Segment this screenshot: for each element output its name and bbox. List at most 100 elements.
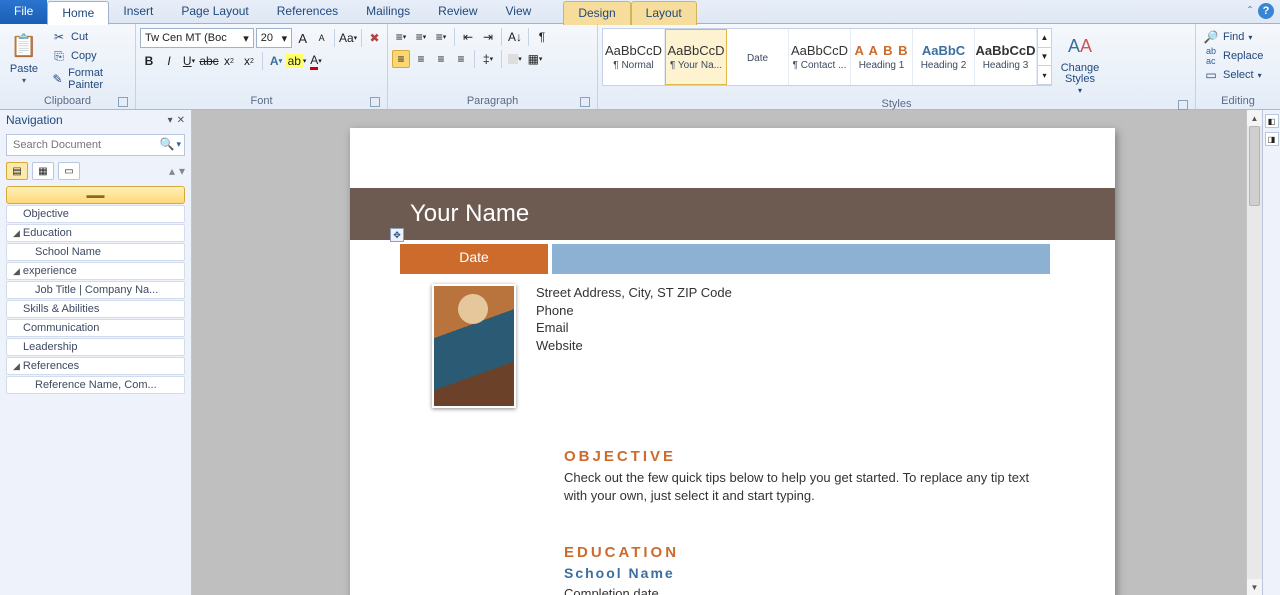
justify-button[interactable]: ≡ xyxy=(452,50,470,68)
blue-band[interactable] xyxy=(552,244,1050,274)
school-name[interactable]: School Name xyxy=(564,565,1115,581)
ribbon-collapse-icon[interactable]: ˆ xyxy=(1248,4,1252,18)
nav-item[interactable]: ◢References xyxy=(6,357,185,375)
tab-review[interactable]: Review xyxy=(424,0,491,24)
tab-home[interactable]: Home xyxy=(47,1,109,25)
font-dialog-launcher[interactable] xyxy=(370,97,380,107)
strikethrough-button[interactable]: abc xyxy=(200,52,218,70)
cut-button[interactable]: ✂Cut xyxy=(48,28,131,46)
search-input[interactable] xyxy=(6,134,185,156)
nav-item[interactable]: ◢experience xyxy=(6,262,185,280)
bullets-button[interactable]: ≡▾ xyxy=(392,28,410,46)
table-anchor-icon[interactable]: ✥ xyxy=(390,228,404,242)
decrease-indent-button[interactable]: ⇤ xyxy=(459,28,477,46)
search-icon[interactable]: 🔍 xyxy=(160,137,175,151)
copy-button[interactable]: ⎘Copy xyxy=(48,47,131,65)
education-heading[interactable]: EDUCATION xyxy=(564,544,1115,561)
format-painter-button[interactable]: ✎Format Painter xyxy=(48,66,131,92)
tab-view[interactable]: View xyxy=(492,0,546,24)
style-item[interactable]: AaBbCcD¶ Your Na... xyxy=(665,29,727,85)
nav-item[interactable]: Reference Name, Com... xyxy=(6,376,185,394)
line-spacing-button[interactable]: ‡▾ xyxy=(479,50,497,68)
tab-page-layout[interactable]: Page Layout xyxy=(167,0,262,24)
shrink-font-button[interactable]: A xyxy=(313,29,330,47)
date-cell[interactable]: Date xyxy=(400,244,548,274)
highlight-button[interactable]: ab▾ xyxy=(287,52,305,70)
objective-body[interactable]: Check out the few quick tips below to he… xyxy=(564,469,1055,504)
change-case-button[interactable]: Aa▾ xyxy=(339,29,357,47)
select-button[interactable]: ▭Select▾ xyxy=(1200,66,1266,84)
bold-button[interactable]: B xyxy=(140,52,158,70)
gallery-more-icon[interactable]: ▾ xyxy=(1038,66,1051,85)
nav-item[interactable]: Skills & Abilities xyxy=(6,300,185,318)
nav-item[interactable]: Communication xyxy=(6,319,185,337)
shading-button[interactable]: ▾ xyxy=(506,50,524,68)
nav-tab-pages[interactable]: ▦ xyxy=(32,162,54,180)
style-item[interactable]: Date xyxy=(727,29,789,85)
style-item[interactable]: AaBbCcD¶ Normal xyxy=(603,29,665,85)
change-styles-button[interactable]: AA Change Styles ▾ xyxy=(1056,28,1104,97)
rail-btn-2[interactable]: ◨ xyxy=(1265,132,1279,146)
tab-insert[interactable]: Insert xyxy=(109,0,167,24)
subscript-button[interactable]: x2 xyxy=(220,52,238,70)
chevron-down-icon[interactable]: ▾ xyxy=(176,139,181,150)
nav-item[interactable]: ◢Education xyxy=(6,224,185,242)
help-icon[interactable]: ? xyxy=(1258,3,1274,19)
resume-name-heading[interactable]: Your Name ✥ xyxy=(350,188,1115,240)
profile-photo[interactable] xyxy=(432,284,516,408)
nav-item[interactable]: Leadership xyxy=(6,338,185,356)
vertical-scrollbar[interactable]: ▲ ▼ xyxy=(1246,110,1262,595)
nav-prev-icon[interactable]: ▴ xyxy=(169,164,175,178)
contact-block[interactable]: Street Address, City, ST ZIP Code Phone … xyxy=(536,284,732,408)
font-name-combo[interactable]: Tw Cen MT (Boc▾ xyxy=(140,28,254,48)
tab-mailings[interactable]: Mailings xyxy=(352,0,424,24)
italic-button[interactable]: I xyxy=(160,52,178,70)
nav-item[interactable]: School Name xyxy=(6,243,185,261)
font-color-button[interactable]: A▾ xyxy=(307,52,325,70)
show-marks-button[interactable]: ¶ xyxy=(533,28,551,46)
style-item[interactable]: A A B BHeading 1 xyxy=(851,29,913,85)
nav-tab-headings[interactable]: ▤ xyxy=(6,162,28,180)
align-left-button[interactable]: ≡ xyxy=(392,50,410,68)
nav-top-marker[interactable]: ▬▬ xyxy=(6,186,185,204)
gallery-down-icon[interactable]: ▼ xyxy=(1038,48,1051,67)
multilevel-button[interactable]: ≡▾ xyxy=(432,28,450,46)
scroll-down-icon[interactable]: ▼ xyxy=(1247,579,1262,595)
clear-formatting-button[interactable]: ✖ xyxy=(366,29,383,47)
nav-menu-icon[interactable]: ▾ xyxy=(168,115,173,126)
clipboard-dialog-launcher[interactable] xyxy=(118,97,128,107)
nav-close-icon[interactable]: ✕ xyxy=(177,115,185,126)
align-right-button[interactable]: ≡ xyxy=(432,50,450,68)
superscript-button[interactable]: x2 xyxy=(240,52,258,70)
styles-dialog-launcher[interactable] xyxy=(1178,100,1188,110)
nav-next-icon[interactable]: ▾ xyxy=(179,164,185,178)
replace-button[interactable]: abacReplace xyxy=(1200,47,1266,65)
document-area[interactable]: Your Name ✥ Date Street Address, City, S… xyxy=(192,110,1262,595)
rail-btn-1[interactable]: ◧ xyxy=(1265,114,1279,128)
tab-design[interactable]: Design xyxy=(563,1,630,25)
paste-button[interactable]: 📋 Paste ▾ xyxy=(4,28,44,87)
style-item[interactable]: AaBbCcD¶ Contact ... xyxy=(789,29,851,85)
borders-button[interactable]: ▦▾ xyxy=(526,50,544,68)
font-size-combo[interactable]: 20▾ xyxy=(256,28,292,48)
underline-button[interactable]: U▾ xyxy=(180,52,198,70)
nav-tab-results[interactable]: ▭ xyxy=(58,162,80,180)
style-item[interactable]: AaBbCcDHeading 3 xyxy=(975,29,1037,85)
nav-item[interactable]: Objective xyxy=(6,205,185,223)
sort-button[interactable]: A↓ xyxy=(506,28,524,46)
increase-indent-button[interactable]: ⇥ xyxy=(479,28,497,46)
gallery-up-icon[interactable]: ▲ xyxy=(1038,29,1051,48)
find-button[interactable]: 🔎Find▾ xyxy=(1200,28,1266,46)
scroll-up-icon[interactable]: ▲ xyxy=(1247,110,1262,126)
tab-references[interactable]: References xyxy=(263,0,352,24)
scroll-thumb[interactable] xyxy=(1249,126,1260,206)
numbering-button[interactable]: ≡▾ xyxy=(412,28,430,46)
paragraph-dialog-launcher[interactable] xyxy=(580,97,590,107)
text-effects-button[interactable]: A▾ xyxy=(267,52,285,70)
tab-layout[interactable]: Layout xyxy=(631,1,697,25)
style-item[interactable]: AaBbCHeading 2 xyxy=(913,29,975,85)
objective-heading[interactable]: OBJECTIVE xyxy=(564,448,1115,465)
grow-font-button[interactable]: A xyxy=(294,29,311,47)
align-center-button[interactable]: ≡ xyxy=(412,50,430,68)
tab-file[interactable]: File xyxy=(0,0,47,24)
